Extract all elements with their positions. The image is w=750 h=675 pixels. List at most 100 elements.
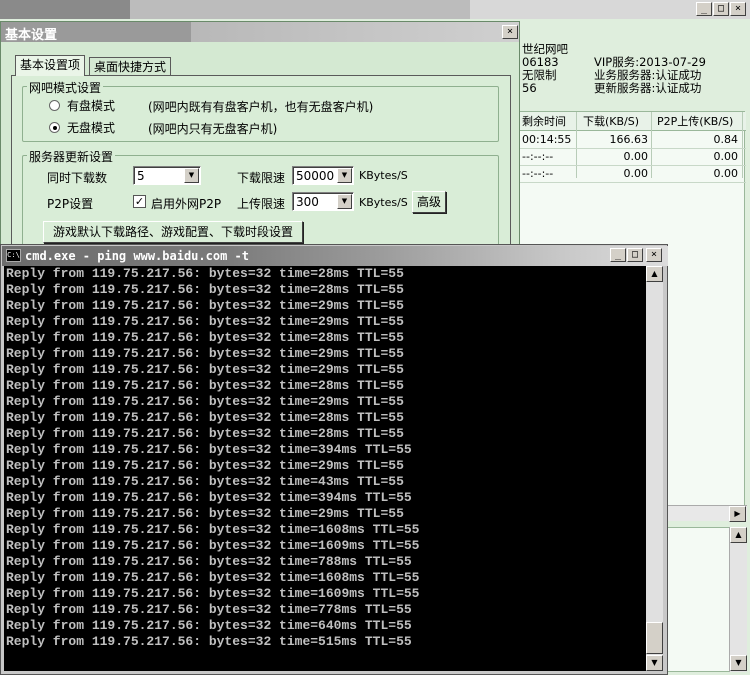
bar-extra: 56	[522, 81, 537, 95]
dialog-titlebar: 基本设置	[1, 22, 519, 43]
chevron-down-icon[interactable]: ▼	[184, 168, 199, 183]
console-line: Reply from 119.75.217.56: bytes=32 time=…	[6, 538, 420, 553]
main-close-button[interactable]: ×	[730, 2, 746, 16]
download-limit-value: 50000	[296, 169, 335, 183]
col-download[interactable]: 下载(KB/S)	[583, 113, 639, 130]
scroll-down-icon[interactable]: ▼	[730, 655, 747, 671]
console-line: Reply from 119.75.217.56: bytes=32 time=…	[6, 298, 404, 313]
biz-server-status: 业务服务器:认证成功	[594, 68, 702, 82]
cmd-icon: C:\	[6, 249, 21, 262]
bar-id: 06183	[522, 55, 559, 69]
diskless-mode-desc: (网吧内只有无盘客户机)	[148, 122, 278, 136]
cell-remaining: --:--:--	[522, 167, 554, 180]
update-server-status: 更新服务器:认证成功	[594, 81, 702, 95]
main-minimize-button[interactable]: _	[696, 2, 712, 16]
diskless-mode-label[interactable]: 无盘模式	[67, 119, 115, 136]
chevron-down-icon[interactable]: ▼	[337, 168, 352, 183]
console-line: Reply from 119.75.217.56: bytes=32 time=…	[6, 602, 412, 617]
console-line: Reply from 119.75.217.56: bytes=32 time=…	[6, 554, 412, 569]
console-line: Reply from 119.75.217.56: bytes=32 time=…	[6, 570, 420, 585]
cell-download: 0.00	[623, 150, 649, 163]
radio-diskless-mode[interactable]	[49, 122, 60, 133]
upload-unit: KBytes/S	[359, 196, 408, 209]
dialog-close-button[interactable]: ×	[502, 25, 518, 39]
mode-settings-group: 网吧模式设置 有盘模式 (网吧内既有有盘客户机，也有无盘客户机) 无盘模式 (网…	[22, 79, 499, 142]
console-line: Reply from 119.75.217.56: bytes=32 time=…	[6, 506, 404, 521]
radio-disk-mode[interactable]	[49, 100, 60, 111]
cell-remaining: --:--:--	[522, 150, 554, 163]
disk-mode-label[interactable]: 有盘模式	[67, 97, 115, 114]
console-line: Reply from 119.75.217.56: bytes=32 time=…	[6, 410, 404, 425]
console-line: Reply from 119.75.217.56: bytes=32 time=…	[6, 442, 412, 457]
console-line: Reply from 119.75.217.56: bytes=32 time=…	[6, 618, 412, 633]
status-info-panel: 世纪网吧 06183 VIP服务:2013-07-29 无限制 业务服务器:认证…	[520, 43, 750, 95]
scroll-right-icon[interactable]: ▶	[729, 506, 746, 522]
vip-service: VIP服务:2013-07-29	[594, 55, 706, 69]
server-group-legend: 服务器更新设置	[27, 148, 116, 165]
download-unit: KBytes/S	[359, 169, 408, 182]
cell-upload: 0.00	[713, 150, 739, 163]
console-line: Reply from 119.75.217.56: bytes=32 time=…	[6, 362, 404, 377]
cmd-title: cmd.exe - ping www.baidu.com -t	[25, 249, 249, 263]
cmd-titlebar: C:\ cmd.exe - ping www.baidu.com -t	[2, 246, 668, 266]
cell-remaining: 00:14:55	[522, 133, 572, 146]
console-line: Reply from 119.75.217.56: bytes=32 time=…	[6, 634, 412, 649]
cmd-vertical-scrollbar[interactable]: ▲ ▼	[646, 266, 663, 671]
cell-upload: 0.84	[713, 133, 739, 146]
download-limit-select[interactable]: 50000 ▼	[292, 166, 354, 185]
enable-p2p-checkbox[interactable]: ✓	[133, 195, 146, 208]
bar-name: 世纪网吧	[522, 42, 568, 56]
tab-panel: 网吧模式设置 有盘模式 (网吧内既有有盘客户机，也有无盘客户机) 无盘模式 (网…	[11, 75, 511, 265]
console-line: Reply from 119.75.217.56: bytes=32 time=…	[6, 522, 420, 537]
mode-group-legend: 网吧模式设置	[27, 79, 104, 96]
console-line: Reply from 119.75.217.56: bytes=32 time=…	[6, 266, 404, 281]
scroll-down-icon[interactable]: ▼	[646, 655, 663, 671]
scroll-up-icon[interactable]: ▲	[646, 266, 663, 282]
chevron-down-icon[interactable]: ▼	[337, 194, 352, 209]
scroll-thumb[interactable]	[646, 622, 663, 654]
lower-vertical-scrollbar[interactable]: ▲ ▼	[729, 527, 747, 672]
advanced-button[interactable]: 高级	[412, 191, 446, 213]
console-line: Reply from 119.75.217.56: bytes=32 time=…	[6, 474, 404, 489]
cell-download: 0.00	[623, 167, 649, 180]
tab-basic-settings[interactable]: 基本设置项	[15, 55, 86, 76]
cell-upload: 0.00	[713, 167, 739, 180]
tab-desktop-shortcuts[interactable]: 桌面快捷方式	[89, 57, 172, 75]
console-line: Reply from 119.75.217.56: bytes=32 time=…	[6, 378, 404, 393]
game-settings-button[interactable]: 游戏默认下载路径、游戏配置、下载时段设置	[43, 221, 303, 243]
main-maximize-button[interactable]: □	[713, 2, 729, 16]
cmd-close-button[interactable]: ×	[646, 248, 662, 262]
console-line: Reply from 119.75.217.56: bytes=32 time=…	[6, 458, 404, 473]
console-line: Reply from 119.75.217.56: bytes=32 time=…	[6, 490, 412, 505]
enable-p2p-label[interactable]: 启用外网P2P	[151, 195, 221, 212]
cmd-console-output[interactable]: Reply from 119.75.217.56: bytes=32 time=…	[4, 266, 646, 671]
bar-limit: 无限制	[522, 68, 557, 82]
cmd-maximize-button[interactable]: □	[627, 248, 643, 262]
console-line: Reply from 119.75.217.56: bytes=32 time=…	[6, 394, 404, 409]
console-line: Reply from 119.75.217.56: bytes=32 time=…	[6, 282, 404, 297]
cmd-minimize-button[interactable]: _	[610, 248, 626, 262]
upload-limit-select[interactable]: 300 ▼	[292, 192, 354, 211]
console-line: Reply from 119.75.217.56: bytes=32 time=…	[6, 314, 404, 329]
col-remaining[interactable]: 剩余时间	[522, 113, 566, 130]
console-line: Reply from 119.75.217.56: bytes=32 time=…	[6, 426, 404, 441]
main-window-titlebar	[0, 0, 750, 19]
p2p-settings-label: P2P设置	[47, 197, 94, 211]
upload-limit-value: 300	[296, 195, 319, 209]
table-header: 剩余时间 下载(KB/S) P2P上传(KB/S)	[520, 112, 746, 131]
cmd-window: C:\ cmd.exe - ping www.baidu.com -t _ □ …	[0, 244, 668, 675]
download-limit-label: 下载限速	[237, 171, 286, 185]
cell-download: 166.63	[609, 133, 649, 146]
disk-mode-desc: (网吧内既有有盘客户机，也有无盘客户机)	[148, 100, 374, 114]
scroll-up-icon[interactable]: ▲	[730, 527, 747, 543]
basic-settings-dialog: 基本设置 × 基本设置项 桌面快捷方式 网吧模式设置 有盘模式 (网吧内既有有盘…	[0, 21, 520, 265]
upload-limit-label: 上传限速	[237, 197, 286, 211]
concurrent-downloads-value: 5	[137, 169, 145, 183]
console-line: Reply from 119.75.217.56: bytes=32 time=…	[6, 346, 404, 361]
concurrent-downloads-select[interactable]: 5 ▼	[133, 166, 201, 185]
dialog-title: 基本设置	[5, 28, 58, 43]
concurrent-downloads-label: 同时下载数	[47, 171, 108, 185]
console-line: Reply from 119.75.217.56: bytes=32 time=…	[6, 330, 404, 345]
console-line: Reply from 119.75.217.56: bytes=32 time=…	[6, 586, 420, 601]
col-p2p-upload[interactable]: P2P上传(KB/S)	[657, 113, 733, 130]
